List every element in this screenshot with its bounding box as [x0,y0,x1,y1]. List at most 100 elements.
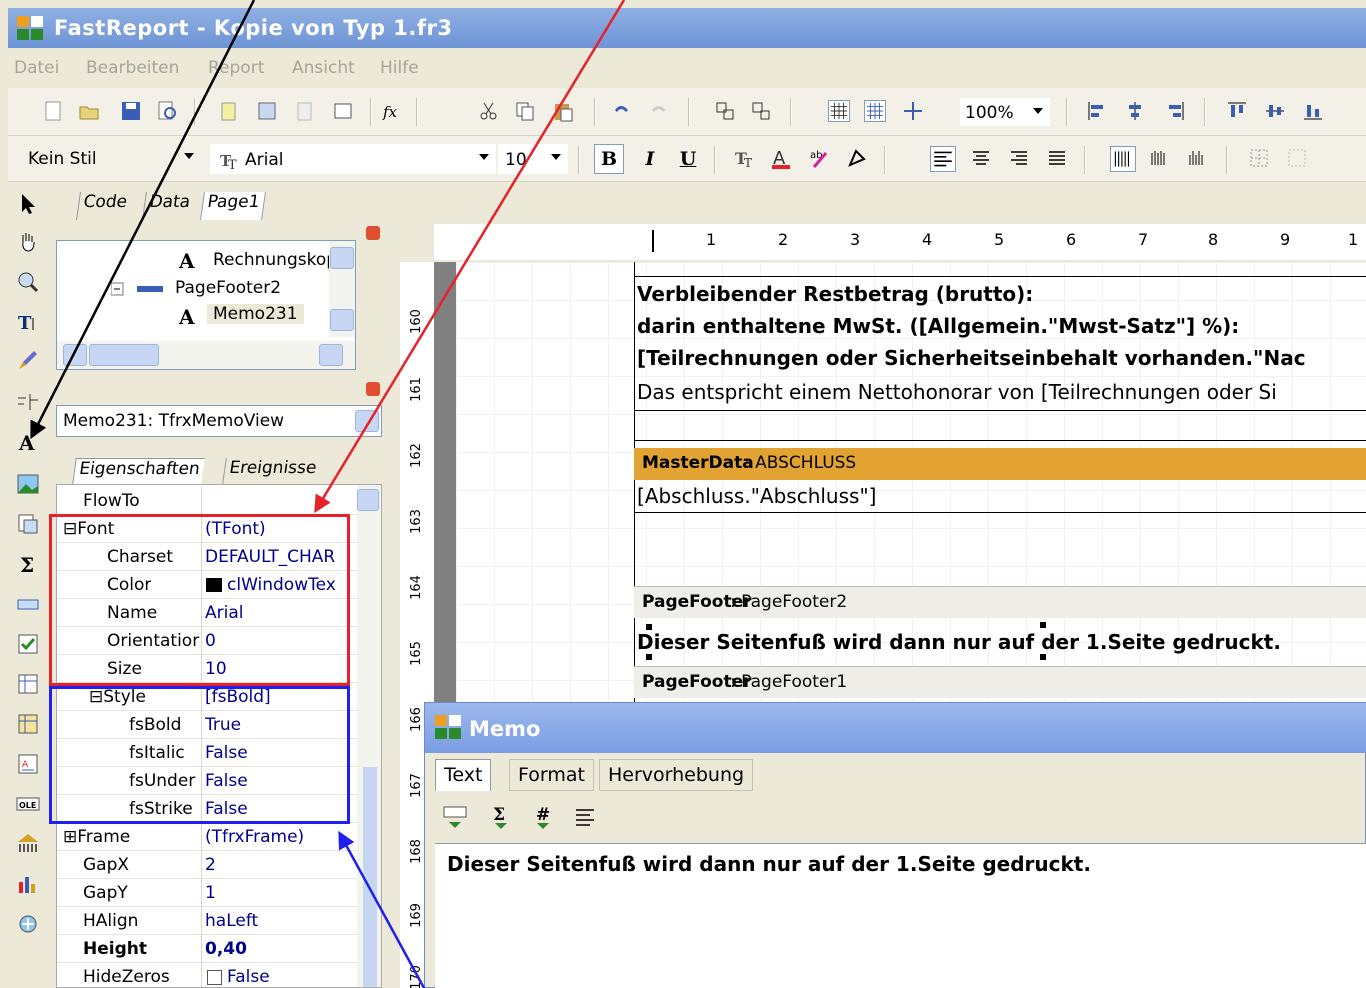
align-center-objects-icon[interactable] [1124,100,1146,122]
report-line[interactable]: Das entspricht einem Nettohonorar von [T… [637,380,1366,404]
memo-text-area[interactable]: Dieser Seitenfuß wird dann nur auf der 1… [435,843,1366,988]
text-align-left-icon[interactable] [930,146,956,172]
tree-horizontal-scrollbar[interactable] [57,341,355,369]
more-objects-icon[interactable] [16,912,40,936]
zoom-combo[interactable]: 100% [960,98,1050,126]
tab-eigenschaften[interactable]: Eigenschaften [72,458,206,484]
property-row[interactable]: HAlign haLeft [57,907,357,935]
undo-icon[interactable] [610,100,632,122]
pagefooter1-band[interactable]: PageFooter : PageFooter1 [634,666,1366,698]
tab-ereignisse[interactable]: Ereignisse [222,458,322,484]
tree-item[interactable]: Rechnungskopl [213,250,342,270]
masterdata-band[interactable]: MasterData : ABSCHLUSS [634,448,1366,480]
insert-field-icon[interactable] [443,803,467,831]
scroll-up-icon[interactable] [357,489,379,511]
checkbox-object-icon[interactable] [16,632,40,656]
preview-icon[interactable] [156,100,178,122]
page-settings-icon[interactable] [332,100,354,122]
highlight-icon[interactable]: ab [808,147,830,169]
db-crosstab-object-icon[interactable] [16,712,40,736]
property-row[interactable]: GapY 1 [57,879,357,907]
text-object-icon[interactable]: A [16,430,40,454]
font-settings-icon[interactable]: TT [734,147,756,169]
copy-icon[interactable] [514,100,536,122]
scroll-left-icon[interactable] [63,344,87,366]
insert-aggregate-icon[interactable]: Σ [489,803,513,831]
font-size-combo[interactable]: 10 [498,144,568,174]
report-line[interactable]: [Teilrechnungen oder Sicherheitseinbehal… [637,346,1366,370]
paste-icon[interactable] [552,100,574,122]
scroll-down-icon[interactable] [330,309,354,331]
footer-text[interactable]: Dieser Seitenfuß wird dann nur auf der 1… [637,630,1281,654]
word-wrap-icon[interactable] [573,805,597,829]
selection-handle[interactable] [1040,654,1046,660]
fit-to-grid-icon[interactable] [902,100,924,122]
align-middle-objects-icon[interactable] [1264,100,1286,122]
zoom-dropdown-icon[interactable] [1033,108,1043,114]
property-row[interactable]: HideZeros False [57,963,357,987]
font-combo[interactable]: TT Arial [210,144,496,174]
inspector-close-icon[interactable] [366,382,380,396]
align-left-objects-icon[interactable] [1086,100,1108,122]
vertical-align-top-icon[interactable] [1110,146,1136,172]
scroll-thumb[interactable] [363,767,377,987]
text-align-justify-icon[interactable] [1046,147,1068,169]
sum-object-icon[interactable]: Σ [16,552,40,576]
text-align-center-icon[interactable] [970,147,992,169]
menu-report[interactable]: Report [208,58,264,78]
frame-all-icon[interactable] [1248,147,1270,169]
checkbox[interactable] [207,970,222,985]
highlight-rules-icon[interactable] [846,147,868,169]
new-page-icon[interactable] [218,100,240,122]
inspector-scrollbar[interactable] [357,485,381,987]
delete-page-icon[interactable] [294,100,316,122]
align-top-objects-icon[interactable] [1226,100,1248,122]
rich-text-object-icon[interactable]: A [16,752,40,776]
new-icon[interactable] [42,100,64,122]
redo-icon[interactable] [648,100,670,122]
barcode-object-icon[interactable] [16,832,40,856]
vertical-align-bottom-icon[interactable] [1186,147,1208,169]
italic-button[interactable]: I [638,144,662,174]
tab-data[interactable]: Data [142,192,196,220]
property-row[interactable]: FlowTo [57,487,357,515]
align-right-objects-icon[interactable] [1164,100,1186,122]
ole-object-icon[interactable]: OLE [16,792,40,816]
tab-page1[interactable]: Page1 [200,192,266,220]
selection-handle[interactable] [646,624,652,630]
scroll-thumb[interactable] [89,344,159,366]
menu-hilfe[interactable]: Hilfe [380,58,419,78]
property-row[interactable]: Height 0,40 [57,935,357,963]
save-icon[interactable] [120,100,142,122]
selection-handle[interactable] [1040,622,1046,628]
scroll-right-icon[interactable] [319,344,343,366]
text-tool-icon[interactable]: T [16,310,40,334]
memo-tab-format[interactable]: Format [509,759,594,791]
line-object-icon[interactable] [16,592,40,616]
picture-object-icon[interactable] [16,472,40,496]
insert-format-icon[interactable]: # [531,803,555,831]
scroll-up-icon[interactable] [330,247,354,269]
memo-tab-text[interactable]: Text [435,759,492,791]
open-icon[interactable] [78,100,100,122]
style-combo[interactable]: Kein Stil [20,144,200,174]
crosstab-object-icon[interactable] [16,672,40,696]
ungroup-icon[interactable] [750,100,772,122]
tab-code[interactable]: Code [76,192,133,220]
font-size-dropdown-icon[interactable] [551,154,561,160]
format-painter-icon[interactable] [16,348,40,372]
show-grid-icon[interactable] [828,100,850,122]
frame-none-icon[interactable] [1286,147,1308,169]
tree-close-icon[interactable] [366,226,380,240]
menu-datei[interactable]: Datei [14,58,59,78]
report-line[interactable]: Verbleibender Restbetrag (brutto): [637,282,1033,306]
font-dropdown-icon[interactable] [479,154,489,160]
tree-item[interactable]: PageFooter2 [175,278,281,298]
object-selector[interactable]: Memo231: TfrxMemoView [56,405,382,437]
group-icon[interactable] [714,100,736,122]
chart-object-icon[interactable] [16,872,40,896]
align-bottom-objects-icon[interactable] [1302,100,1324,122]
selection-handle[interactable] [646,654,652,660]
style-dropdown-icon[interactable] [184,153,194,159]
vertical-align-center-icon[interactable] [1148,147,1170,169]
